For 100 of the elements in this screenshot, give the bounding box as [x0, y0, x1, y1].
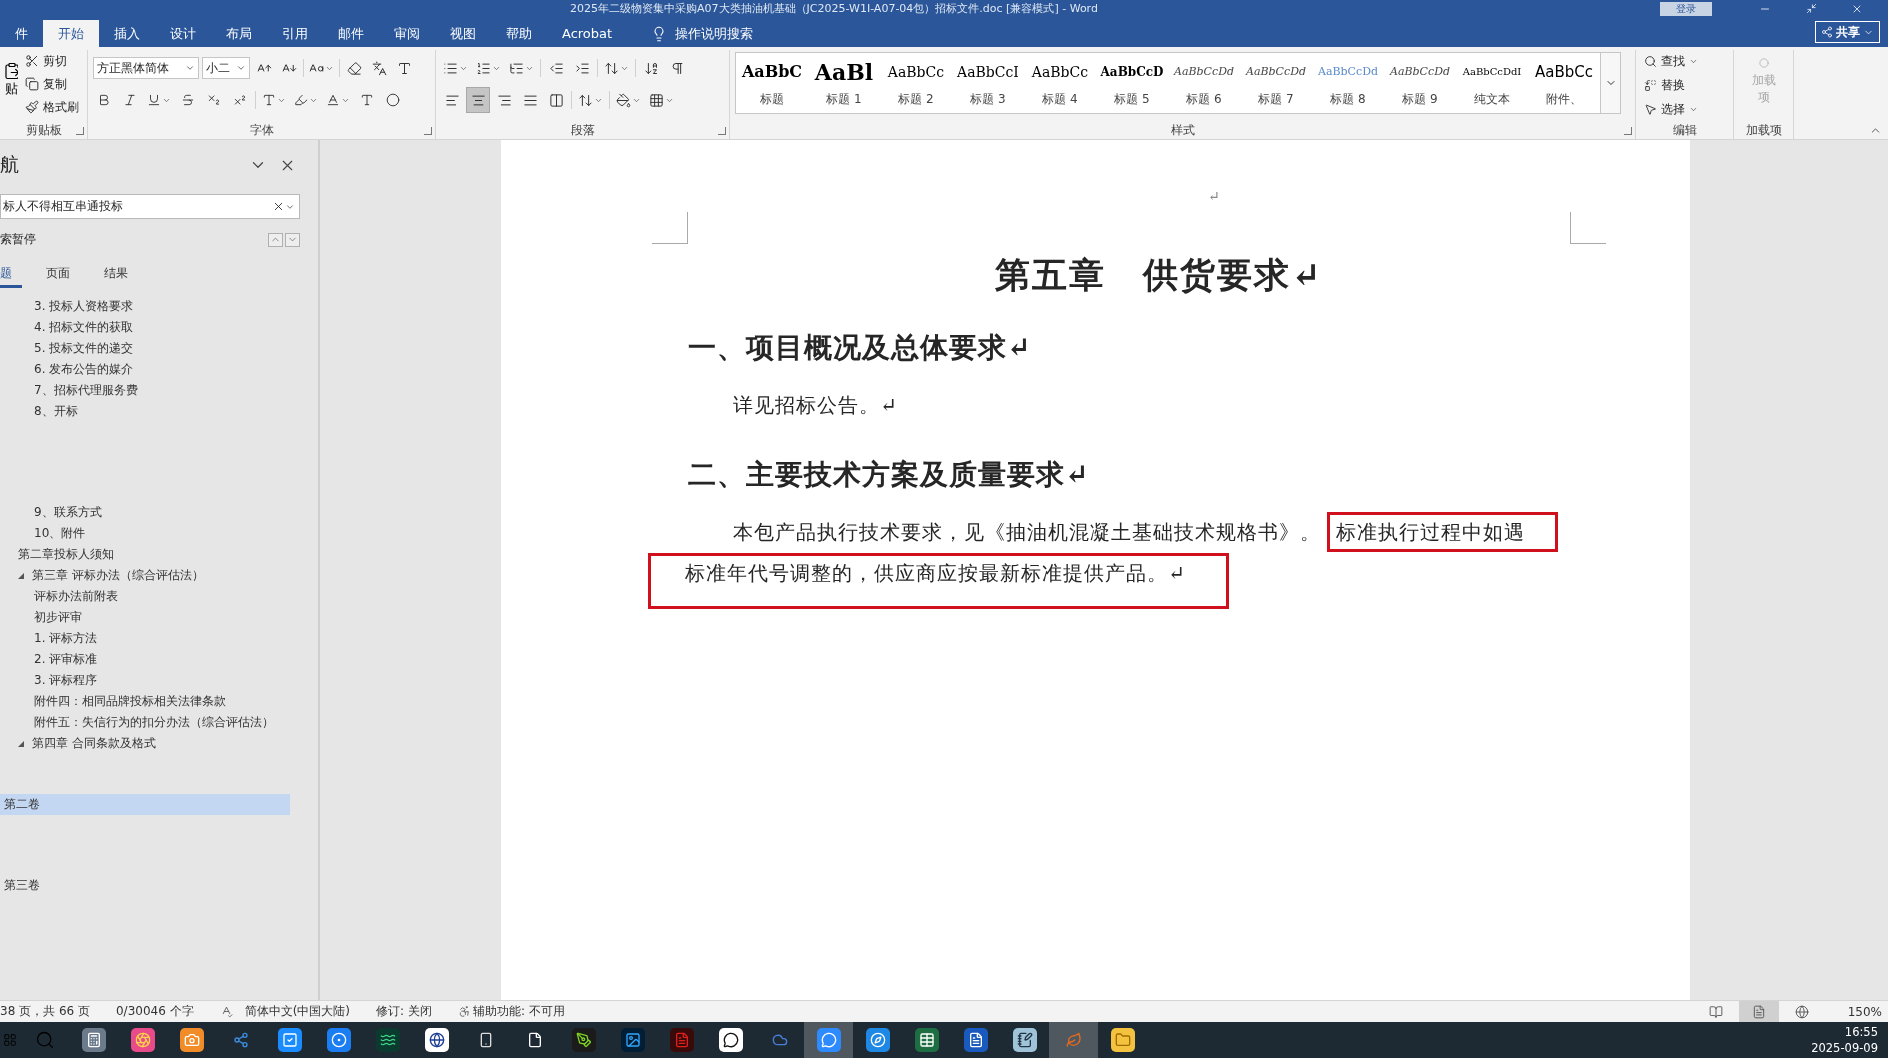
- heading-item[interactable]: 第二章投标人须知: [0, 544, 290, 565]
- heading-item[interactable]: 5. 投标文件的递交: [0, 338, 290, 359]
- style-label: 标题: [760, 90, 784, 108]
- ribbon-tab[interactable]: 件: [0, 20, 43, 47]
- style-sample: AaBbCc: [1535, 61, 1593, 83]
- enclosed-character-icon: [386, 93, 400, 107]
- page-count[interactable]: 38 页，共 66 页: [0, 1003, 90, 1020]
- group-label: 样式: [1170, 122, 1195, 139]
- clock-date[interactable]: 2025-09-09: [1811, 1040, 1878, 1056]
- track-changes-status[interactable]: 修订: 关闭: [376, 1003, 432, 1020]
- heading-item[interactable]: 附件四：相同品牌投标相关法律条款: [0, 691, 290, 712]
- dialog-launcher-icon[interactable]: [76, 127, 84, 135]
- style-sample: AaBbCcDd: [1245, 64, 1307, 80]
- heading-item[interactable]: 第三章 评标办法（综合评估法）: [0, 565, 290, 586]
- clock-time[interactable]: 16:55: [1844, 1024, 1878, 1040]
- replace-icon: [1644, 78, 1657, 92]
- group-label: 段落: [570, 122, 595, 139]
- align-icon: [522, 92, 538, 108]
- share-button[interactable]: 共享: [1815, 21, 1880, 43]
- highlighted-text: 标准执行过程中如遇: [1327, 512, 1558, 552]
- style-sample: AaBbC: [741, 61, 803, 83]
- heading-item[interactable]: 4. 招标文件的获取: [0, 317, 290, 338]
- heading-item[interactable]: 第二卷: [0, 794, 290, 815]
- select-button[interactable]: 选择: [1641, 98, 1701, 120]
- message-icon: [816, 1028, 841, 1052]
- heading-item[interactable]: 3. 评标程序: [0, 670, 290, 691]
- format-painter-button[interactable]: 格式刷: [22, 96, 82, 118]
- zoom-level[interactable]: 150%: [1847, 1004, 1882, 1019]
- ribbon-tab[interactable]: 邮件: [323, 20, 379, 47]
- expanded-icon[interactable]: [18, 572, 24, 579]
- align-icon: [444, 92, 460, 108]
- paragraph-mark: ↵: [1208, 188, 1220, 204]
- clear-icon: [272, 200, 285, 213]
- bullet-list-icon: [443, 60, 458, 76]
- heading-item[interactable]: 9、联系方式: [0, 502, 290, 523]
- heading-item[interactable]: 评标办法前附表: [0, 586, 290, 607]
- heading-item[interactable]: 3. 投标人资格要求: [0, 296, 290, 317]
- heading-item[interactable]: 8、开标: [0, 401, 290, 422]
- align-icon: [548, 92, 564, 108]
- heading-item[interactable]: 2. 评审标准: [0, 649, 290, 670]
- find-button[interactable]: 查找: [1641, 50, 1701, 72]
- heading-item[interactable]: 附件五：失信行为的扣分办法（综合评估法）: [0, 712, 290, 733]
- strikethrough-icon: [181, 93, 195, 107]
- heading-item[interactable]: 第四章 合同条款及格式: [0, 733, 290, 754]
- paintbrush-icon: [25, 100, 39, 114]
- view-button[interactable]: [1738, 1001, 1779, 1022]
- heading-item[interactable]: 第三卷: [0, 875, 290, 896]
- pen-icon: [571, 1028, 596, 1052]
- pointer-icon: [1644, 102, 1657, 116]
- word-count[interactable]: 0/30046 个字: [116, 1003, 194, 1020]
- document-icon: [963, 1028, 988, 1052]
- ribbon-tab[interactable]: 引用: [267, 20, 323, 47]
- expanded-icon[interactable]: [18, 740, 24, 747]
- pane-tab[interactable]: 题: [0, 262, 22, 288]
- style-label: 标题 8: [1330, 90, 1366, 108]
- heading-item[interactable]: 初步评审: [0, 607, 290, 628]
- chat-icon: [718, 1028, 743, 1052]
- search-field[interactable]: 标人不得相互串通投标: [0, 194, 300, 219]
- font-size-field[interactable]: 小二: [202, 57, 250, 79]
- ribbon-tab[interactable]: 开始: [43, 20, 99, 47]
- ribbon-tab[interactable]: 帮助: [491, 20, 547, 47]
- style-label: 标题 5: [1114, 90, 1150, 108]
- sign-in-button[interactable]: 登录: [1660, 1, 1712, 16]
- font-name-field[interactable]: 方正黑体简体: [93, 57, 199, 79]
- underline-icon: [147, 93, 161, 107]
- ribbon-tab[interactable]: 视图: [435, 20, 491, 47]
- ribbon-tab[interactable]: 审阅: [379, 20, 435, 47]
- dialog-launcher-icon[interactable]: [1624, 127, 1632, 135]
- numbered-list-icon: [476, 60, 491, 76]
- dialog-launcher-icon[interactable]: [424, 127, 432, 135]
- tell-me-search[interactable]: 操作说明搜索: [645, 20, 760, 47]
- language-status[interactable]: 简体中文(中国大陆): [244, 1003, 351, 1020]
- increase-indent-icon: [574, 60, 590, 76]
- dot-icon: [1758, 58, 1769, 68]
- search-status: 索暂停: [0, 231, 37, 248]
- clipboard-icon: [5, 62, 18, 80]
- accessibility-status[interactable]: 辅助功能: 不可用: [472, 1003, 565, 1020]
- heading-item[interactable]: 1. 评标方法: [0, 628, 290, 649]
- style-label: 标题 7: [1258, 90, 1294, 108]
- pane-tab[interactable]: 结果: [104, 262, 138, 288]
- ribbon-tab[interactable]: 设计: [155, 20, 211, 47]
- cut-button[interactable]: 剪切: [22, 50, 82, 72]
- decrease-indent-icon: [548, 60, 564, 76]
- subscript-icon: [207, 93, 221, 107]
- pane-tab[interactable]: 页面: [46, 262, 80, 288]
- share-icon: [1821, 26, 1833, 38]
- replace-button[interactable]: 替换: [1641, 74, 1701, 96]
- heading-item[interactable]: 10、附件: [0, 523, 290, 544]
- heading-item[interactable]: 7、招标代理服务费: [0, 380, 290, 401]
- ribbon-tab[interactable]: 插入: [99, 20, 155, 47]
- check-icon: [277, 1028, 302, 1052]
- web-view-icon: [1794, 1004, 1809, 1019]
- copy-button[interactable]: 复制: [22, 73, 82, 95]
- dialog-launcher-icon[interactable]: [718, 127, 726, 135]
- ribbon-tab[interactable]: 布局: [211, 20, 267, 47]
- heading-item[interactable]: 6. 发布公告的媒介: [0, 359, 290, 380]
- spreadsheet-icon: [914, 1028, 939, 1052]
- ribbon-tab[interactable]: Acrobat: [547, 20, 628, 47]
- pane-title: 航: [0, 152, 20, 177]
- paste-button[interactable]: 贴: [5, 50, 18, 110]
